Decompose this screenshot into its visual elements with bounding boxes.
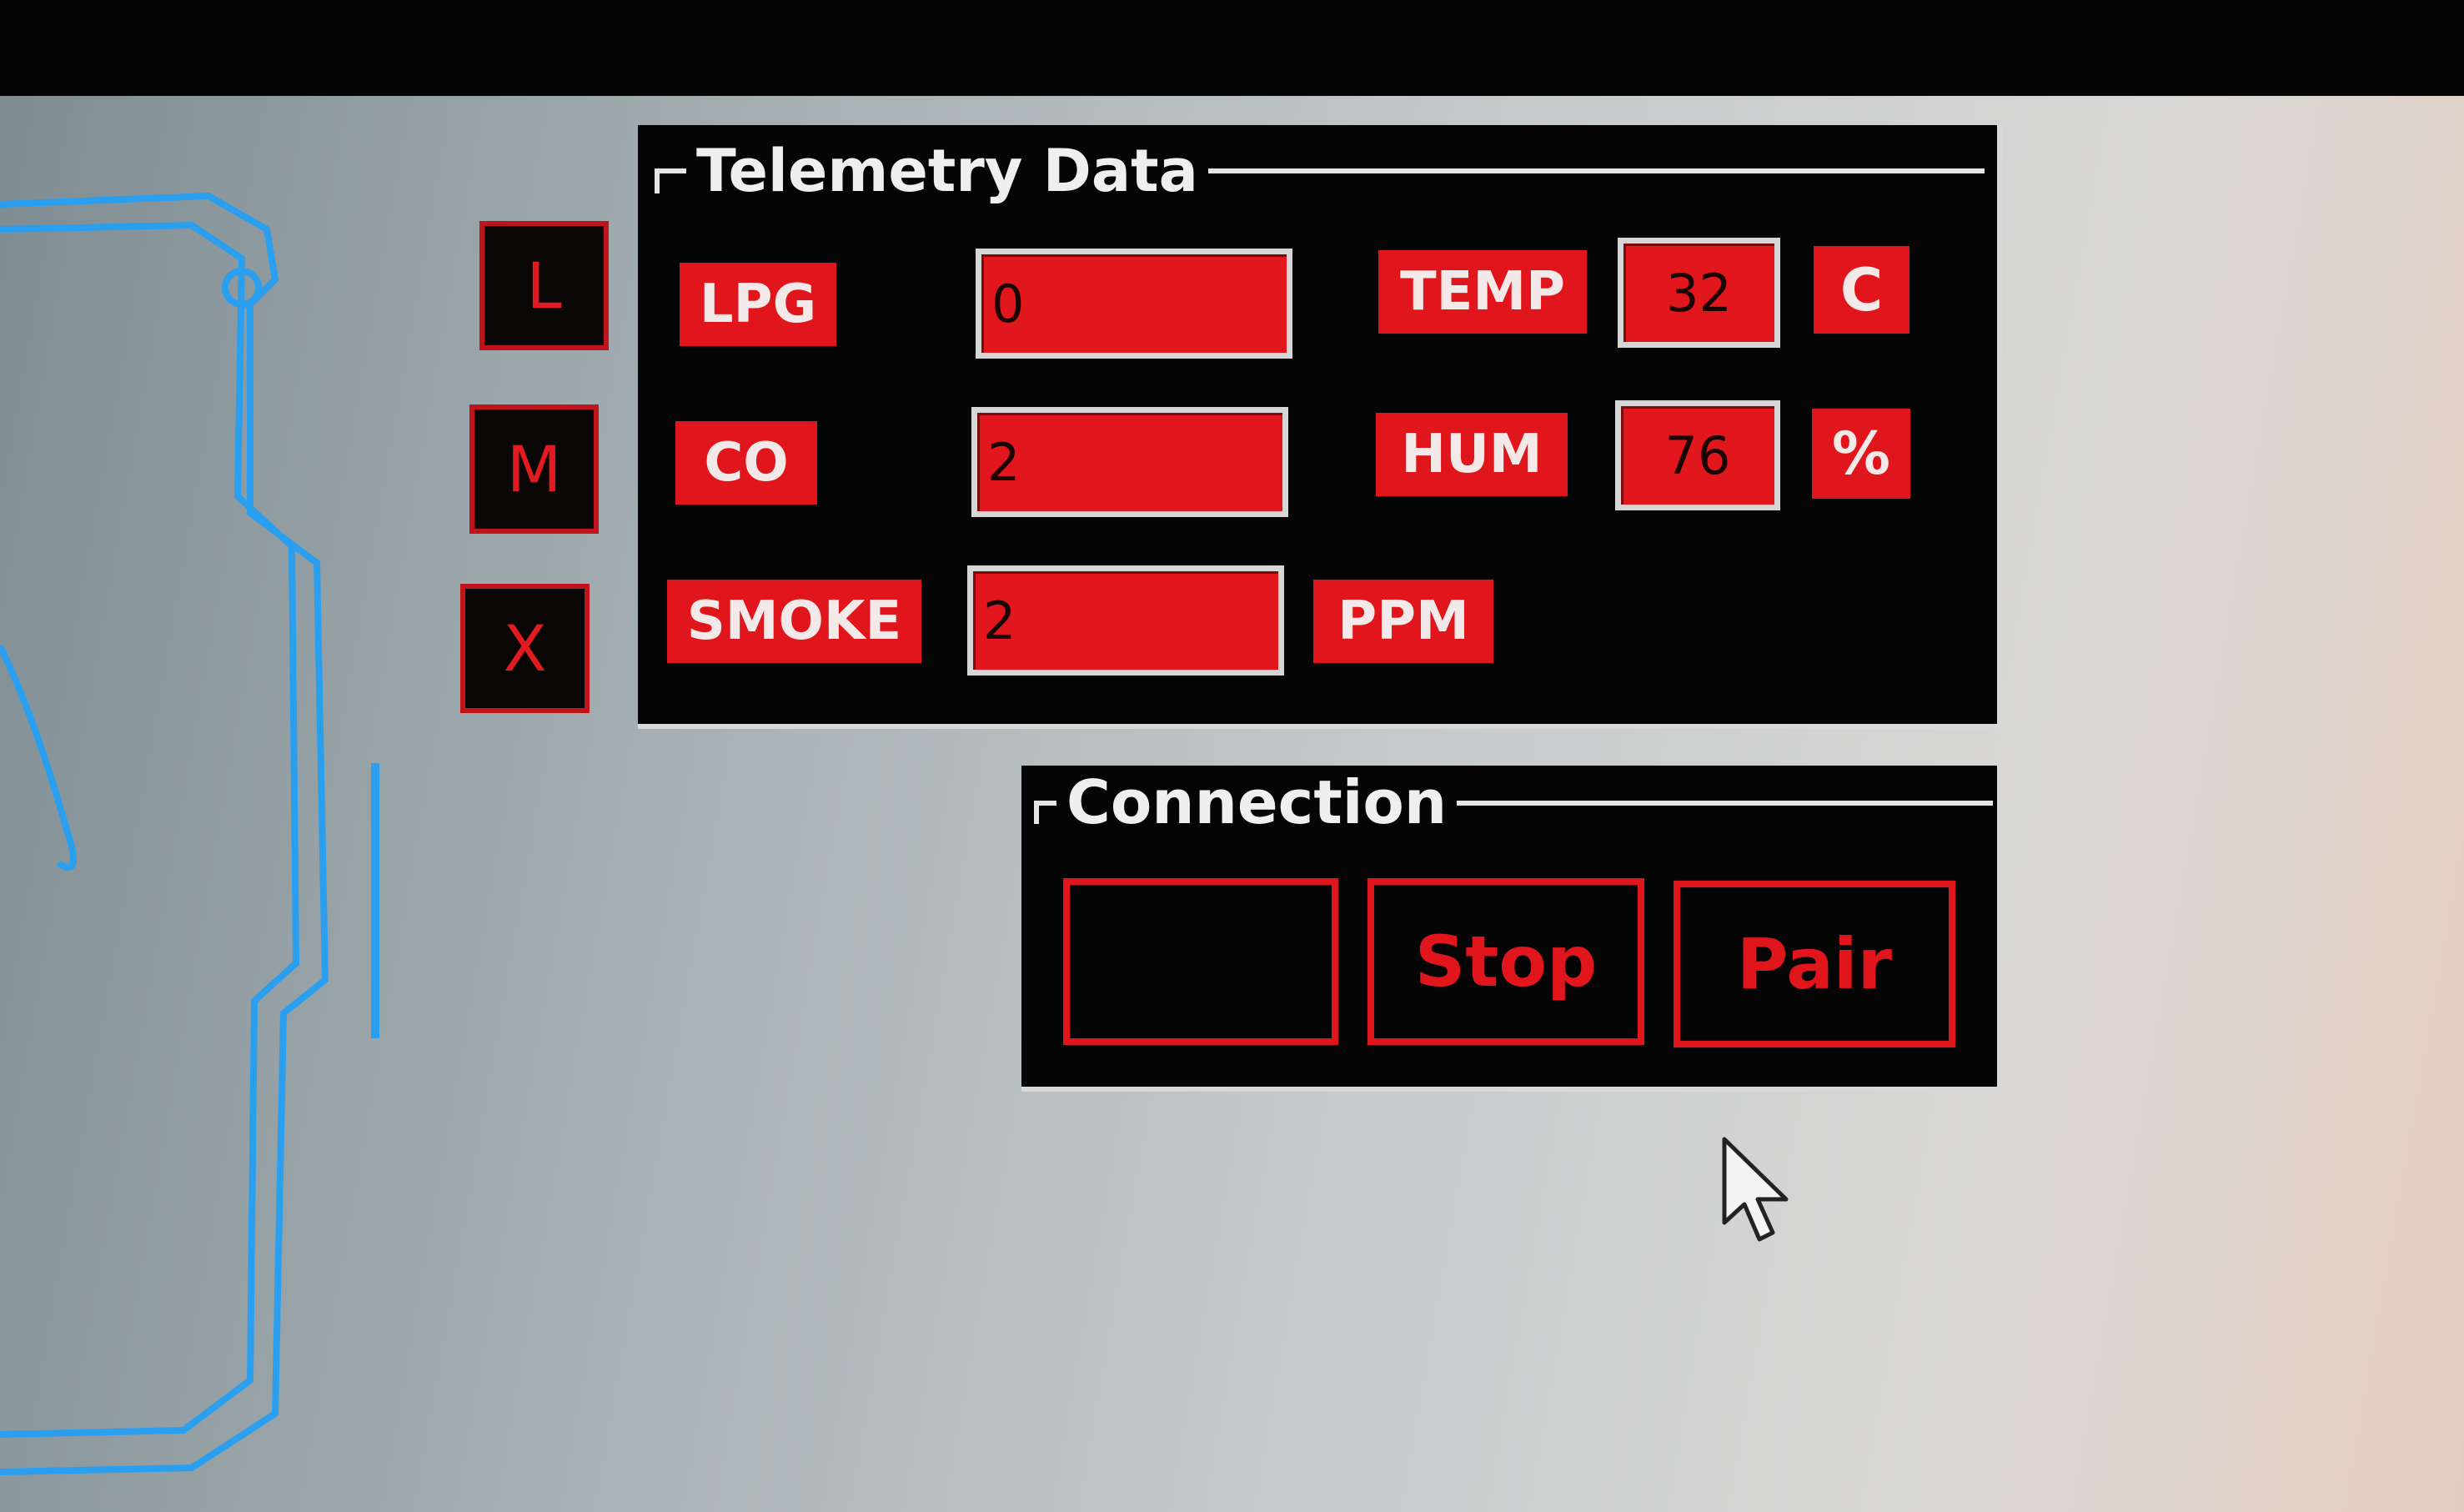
connection-group: Connection Stop Pair	[1021, 766, 2002, 1092]
lpg-value-field[interactable]: 0	[976, 249, 1292, 359]
side-button-x[interactable]: X	[460, 584, 590, 713]
stop-button[interactable]: Stop	[1367, 878, 1644, 1045]
co-label: CO	[675, 421, 817, 505]
top-black-bar	[0, 0, 2464, 96]
temp-value-field[interactable]: 32	[1618, 238, 1780, 348]
lpg-label: LPG	[680, 263, 836, 346]
hum-unit-label: %	[1812, 409, 1910, 499]
co-value-field[interactable]: 2	[971, 407, 1288, 517]
connection-title: Connection	[1056, 772, 1458, 832]
hum-label: HUM	[1376, 413, 1568, 496]
telemetry-title: Telemetry Data	[686, 142, 1208, 200]
temp-label: TEMP	[1378, 250, 1587, 334]
side-button-l[interactable]: L	[479, 221, 609, 350]
telemetry-group: Telemetry Data LPG 0 CO 2 SMOKE 2 PPM TE…	[638, 125, 2002, 729]
mouse-pointer-icon	[1722, 1137, 1789, 1242]
smoke-value-field[interactable]: 2	[967, 565, 1284, 676]
temp-unit-label: C	[1814, 246, 1909, 334]
group-left-tick	[1034, 801, 1039, 824]
side-button-m[interactable]: M	[469, 404, 599, 534]
ppm-unit-label: PPM	[1313, 580, 1493, 663]
group-left-tick	[655, 168, 660, 193]
smoke-label: SMOKE	[667, 580, 921, 663]
phone-outline-graphic	[0, 192, 379, 1475]
hum-value-field[interactable]: 76	[1615, 400, 1780, 510]
pair-button[interactable]: Pair	[1674, 881, 1955, 1047]
connection-blank-button[interactable]	[1063, 878, 1338, 1045]
